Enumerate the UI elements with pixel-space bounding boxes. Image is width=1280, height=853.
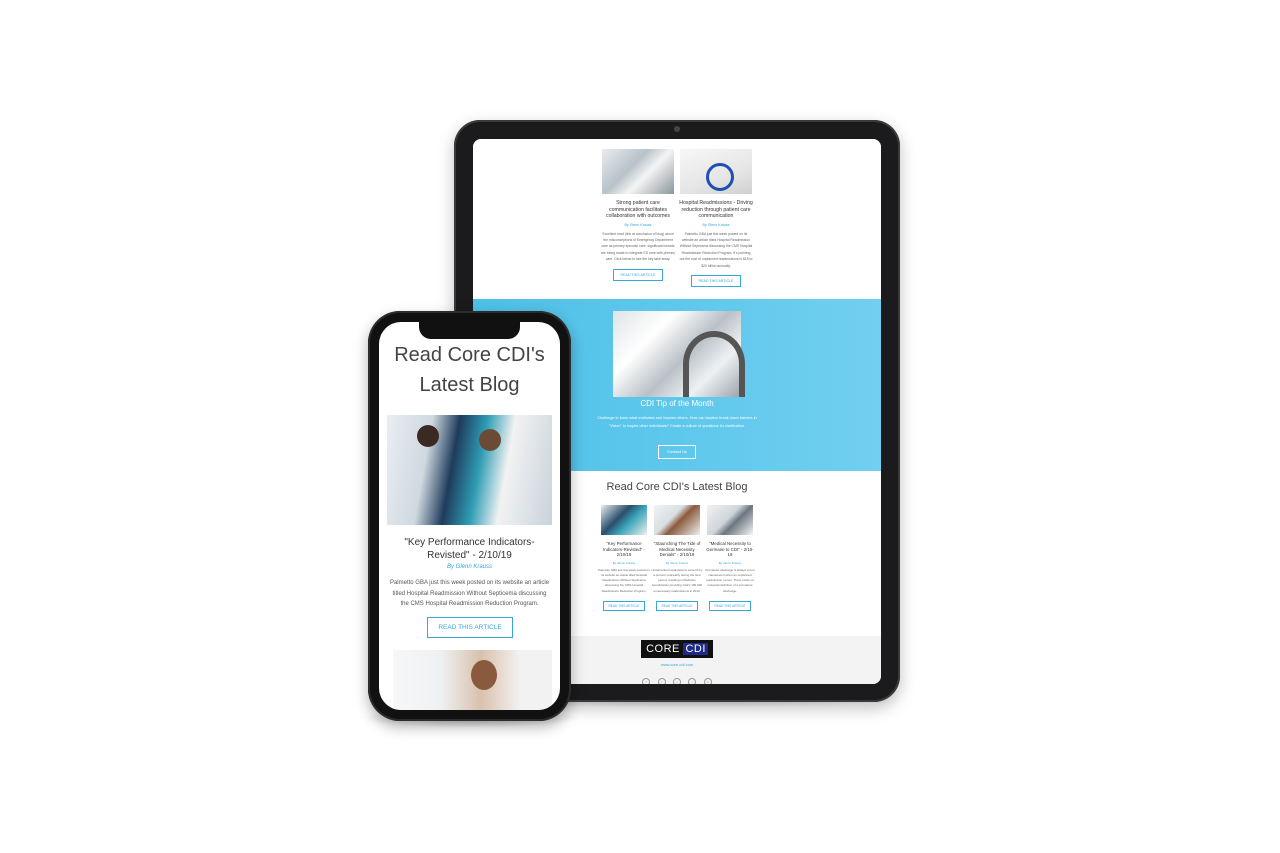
phone-article-title: "Key Performance Indicators-Revisted" - …: [404, 537, 535, 561]
doctors-image: [387, 415, 552, 525]
blog-card: "Medical Necessity to Germane to CDI" - …: [704, 505, 756, 612]
contact-us-button[interactable]: Contact Us: [658, 445, 696, 459]
byline-prefix: By: [446, 564, 454, 570]
phone-article-excerpt: Palmetto GBA just this week posted on it…: [389, 580, 550, 607]
phone-blog-heading: Read Core CDI's Latest Blog: [394, 344, 545, 396]
logo-cdi-text: CDI: [683, 643, 708, 655]
tablet-top-articles: Strong patient care communication facili…: [473, 139, 881, 299]
blog-card-excerpt: Premature discharge is always a root cau…: [705, 567, 755, 593]
instagram-icon[interactable]: i: [688, 678, 697, 684]
blog-card-byline: By Glenn Krauss: [612, 560, 636, 565]
dental-chair-image: [613, 311, 745, 397]
read-article-button[interactable]: READ THIS ARTICLE: [691, 274, 741, 287]
youtube-icon[interactable]: y: [673, 678, 681, 684]
read-article-button[interactable]: READ THIS ARTICLE: [427, 617, 513, 638]
read-article-button[interactable]: READ THIS ARTICLE: [613, 268, 663, 281]
blog-card-excerpt: Palmetto GBA just this week posted on it…: [598, 567, 650, 593]
facebook-icon[interactable]: f: [642, 678, 651, 684]
article-title: Strong patient care communication facili…: [605, 200, 670, 219]
read-article-button[interactable]: READ THIS ARTICLE: [709, 600, 751, 611]
blog-card: "Staunching The Tide of Medical Necessit…: [651, 505, 703, 612]
phone-notch: [419, 322, 520, 339]
blog-card-excerpt: Unwarranted readmissions were hit by a p…: [651, 567, 703, 593]
article-byline: By Glenn Krauss: [624, 222, 652, 227]
logo-core-text: CORE: [646, 643, 680, 655]
hospital-image: [602, 149, 674, 194]
stethoscope-image: [680, 149, 752, 194]
blog-card: "Key Performance Indicators-Revisted" - …: [598, 505, 650, 612]
article-title: Hospital Readmissions - Driving reductio…: [679, 200, 753, 219]
linkedin-icon[interactable]: in: [703, 678, 712, 684]
phone-article-byline: By Glenn Krauss: [379, 564, 560, 570]
tablet-camera-icon: [674, 126, 680, 132]
patient-image: [393, 650, 552, 710]
tablet-article-card: Strong patient care communication facili…: [601, 149, 675, 281]
tip-text: Challenge to learn what motivates and in…: [597, 416, 757, 428]
blog-card-title: "Medical Necessity to Germane to CDI" - …: [706, 541, 754, 558]
core-cdi-logo[interactable]: CORE CDI: [641, 640, 713, 658]
blog-card-byline: By Glenn Krauss: [718, 560, 742, 565]
article-excerpt: Palmetto GBA just this week posted on it…: [679, 231, 753, 268]
blog-card-byline: By Glenn Krauss: [665, 560, 689, 565]
doctors-image: [601, 505, 647, 535]
byline-author: Glenn Krauss: [455, 564, 493, 570]
blog-card-title: "Key Performance Indicators-Revisted" - …: [603, 541, 645, 558]
phone-device: Read Core CDI's Latest Blog "Key Perform…: [368, 311, 571, 721]
clinician-image: [707, 505, 753, 535]
read-article-button[interactable]: READ THIS ARTICLE: [656, 600, 698, 611]
patient-image: [654, 505, 700, 535]
article-byline: By Glenn Krauss: [702, 222, 730, 227]
phone-screen: Read Core CDI's Latest Blog "Key Perform…: [379, 322, 560, 710]
read-article-button[interactable]: READ THIS ARTICLE: [603, 600, 645, 611]
tablet-article-card: Hospital Readmissions - Driving reductio…: [679, 149, 753, 287]
twitter-icon[interactable]: t: [657, 678, 666, 684]
blog-card-title: "Staunching The Tide of Medical Necessit…: [653, 541, 701, 558]
article-excerpt: Excellent read (link at conclusion of bl…: [601, 231, 675, 262]
